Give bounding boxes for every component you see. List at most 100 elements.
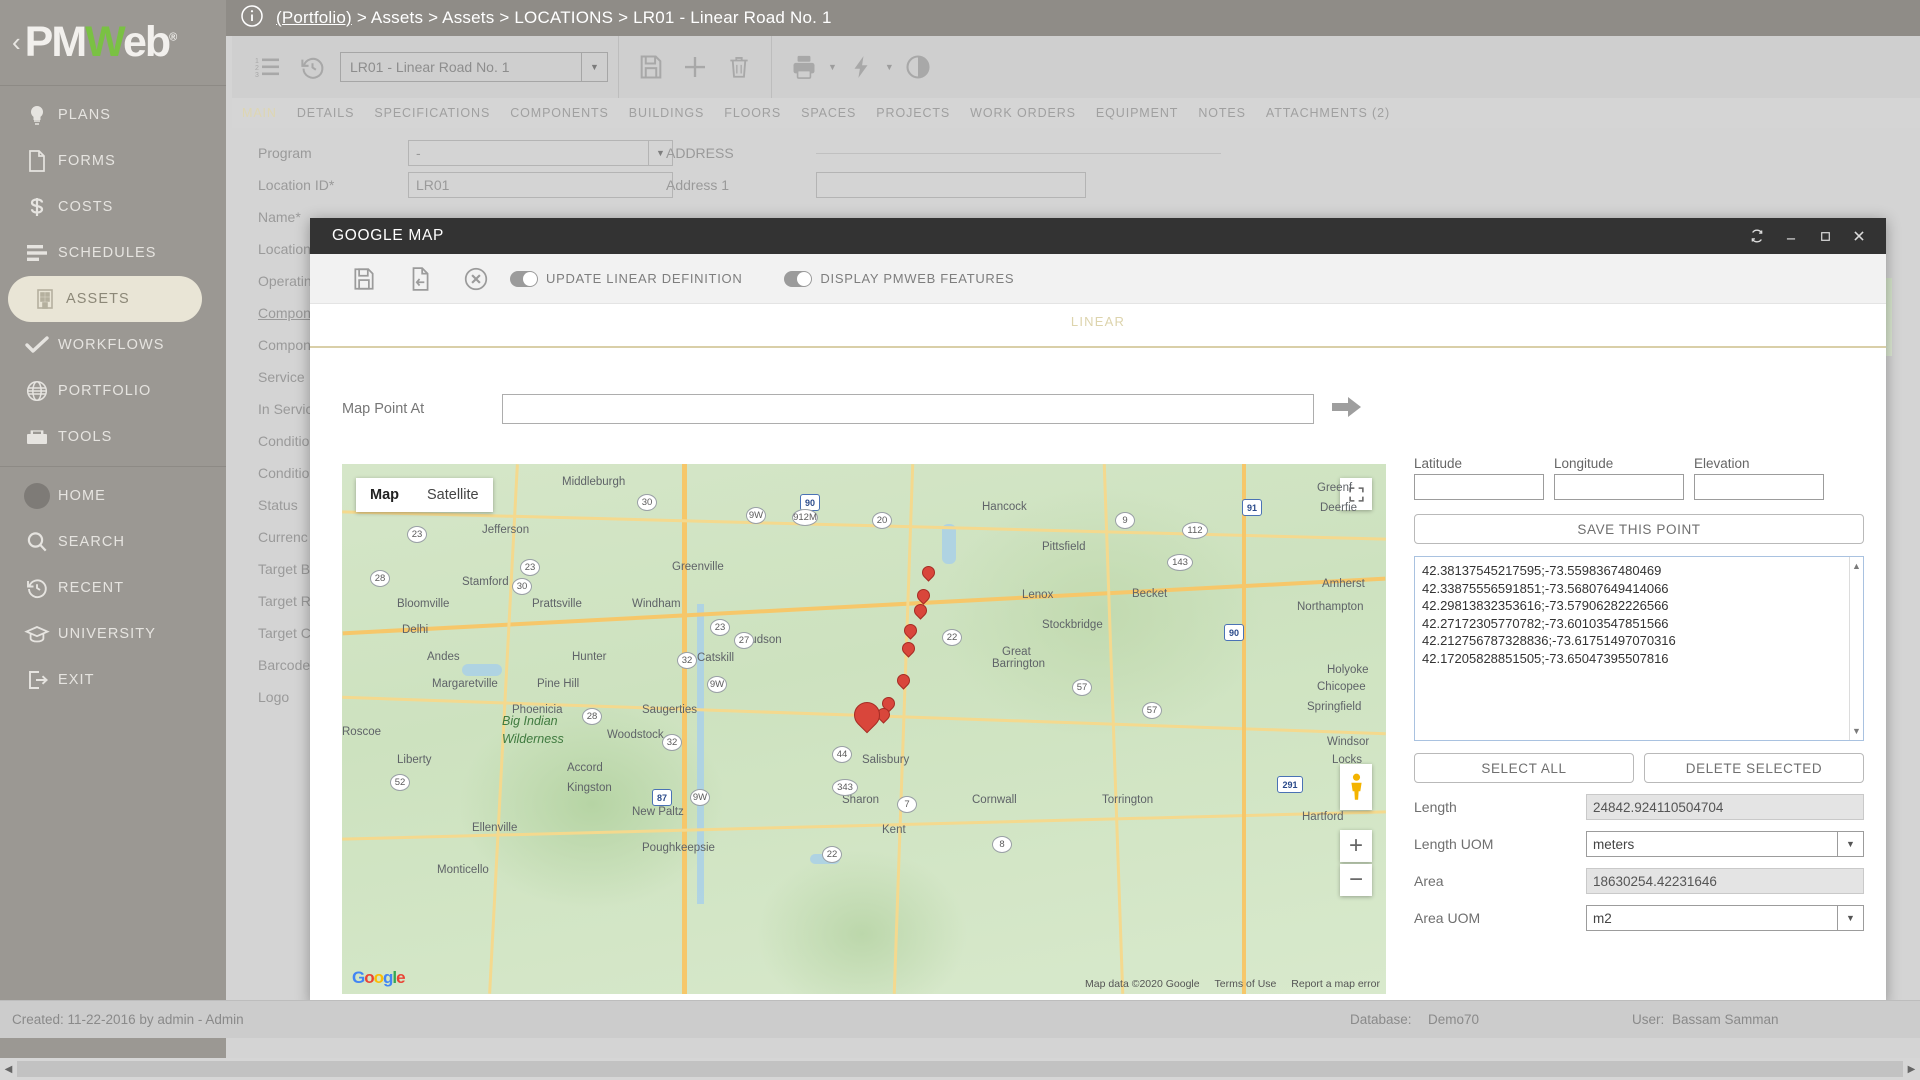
location-id-input[interactable]: LR01 (408, 172, 673, 198)
save-this-point-button[interactable]: SAVE THIS POINT (1414, 514, 1864, 544)
sidebar-item-workflows[interactable]: WORKFLOWS (0, 322, 226, 368)
map-route-shield: 28 (582, 708, 602, 725)
coordinate-list-item[interactable]: 42.212756787328836;-73.61751497070316 (1422, 632, 1856, 650)
sidebar-item-plans[interactable]: PLANS (0, 92, 226, 138)
tab-equipment[interactable]: EQUIPMENT (1086, 106, 1188, 120)
tab-floors[interactable]: FLOORS (714, 106, 791, 120)
map-route-shield: 9W (746, 507, 766, 524)
sidebar-item-schedules[interactable]: SCHEDULES (0, 230, 226, 276)
sidebar-item-tools[interactable]: TOOLS (0, 414, 226, 460)
chevron-down-icon[interactable]: ▼ (1837, 905, 1863, 931)
close-icon[interactable] (1842, 218, 1876, 254)
cancel-circle-icon[interactable] (448, 254, 504, 304)
latitude-input[interactable] (1414, 474, 1544, 500)
save-icon[interactable] (336, 254, 392, 304)
map-place-label: Andes (427, 651, 460, 663)
tab-buildings[interactable]: BUILDINGS (619, 106, 714, 120)
tab-attachments[interactable]: ATTACHMENTS (2) (1256, 106, 1400, 120)
chevron-down-icon[interactable]: ▼ (1837, 831, 1863, 857)
program-select[interactable]: - ▼ (408, 140, 673, 166)
numbered-list-icon[interactable]: 123 (246, 45, 290, 89)
sidebar-item-recent[interactable]: RECENT (0, 565, 226, 611)
sidebar-item-forms[interactable]: FORMS (0, 138, 226, 184)
coordinate-list-item[interactable]: 42.33875556591851;-73.56807649414066 (1422, 580, 1856, 598)
scroll-right-icon[interactable]: ▶ (1903, 1064, 1920, 1075)
chevron-down-icon[interactable]: ▼ (581, 53, 607, 81)
map-route-shield: 30 (637, 494, 657, 511)
map-type-satellite[interactable]: Satellite (413, 478, 493, 512)
zoom-in-button[interactable]: + (1340, 830, 1372, 862)
coordinate-list-item[interactable]: 42.27172305770782;-73.60103547851566 (1422, 615, 1856, 633)
address-1-input[interactable] (816, 172, 1086, 198)
printer-dropdown-icon[interactable]: ▼ (828, 62, 837, 72)
actions-dropdown-icon[interactable]: ▼ (885, 62, 894, 72)
sidebar-item-home[interactable]: HOME (0, 473, 226, 519)
tab-components[interactable]: COMPONENTS (500, 106, 619, 120)
length-uom-select[interactable]: meters ▼ (1586, 831, 1864, 857)
import-file-icon[interactable] (392, 254, 448, 304)
google-map-canvas[interactable]: Map Satellite + − Middleburgh Hancock Gree… (342, 464, 1386, 994)
sidebar-item-portfolio[interactable]: PORTFOLIO (0, 368, 226, 414)
plus-icon[interactable] (673, 45, 717, 89)
map-place-label: Great (1002, 646, 1031, 658)
tab-work-orders[interactable]: WORK ORDERS (960, 106, 1086, 120)
sidebar-item-exit[interactable]: EXIT (0, 657, 226, 703)
asset-selector[interactable]: LR01 - Linear Road No. 1 ▼ (340, 52, 608, 82)
coordinate-list-item[interactable]: 42.29813832353616;-73.57906282226566 (1422, 597, 1856, 615)
tab-details[interactable]: DETAILS (287, 106, 364, 120)
coordinate-list[interactable]: 42.38137545217595;-73.5598367480469 42.33… (1414, 556, 1864, 741)
tab-projects[interactable]: PROJECTS (866, 106, 960, 120)
toggle-display-pmweb-features[interactable]: DISPLAY PMWEB FEATURES (784, 270, 1050, 287)
select-all-button[interactable]: SELECT ALL (1414, 753, 1634, 783)
scrollbar-thumb[interactable] (17, 1061, 1903, 1077)
longitude-input[interactable] (1554, 474, 1684, 500)
sidebar-item-costs[interactable]: COSTS (0, 184, 226, 230)
printer-icon[interactable] (782, 45, 826, 89)
area-label: Area (1414, 873, 1444, 889)
scroll-up-icon[interactable]: ▲ (1852, 561, 1861, 571)
minimize-icon[interactable] (1774, 218, 1808, 254)
info-icon[interactable] (240, 4, 264, 33)
refresh-icon[interactable] (1740, 218, 1774, 254)
toggle-switch[interactable] (510, 270, 538, 287)
app-logo[interactable]: ‹ PMWeb® (0, 0, 226, 86)
arrow-right-icon[interactable] (1332, 396, 1362, 423)
toggle-update-linear-definition[interactable]: UPDATE LINEAR DEFINITION (510, 270, 778, 287)
map-place-label: Northampton (1297, 601, 1364, 613)
history-icon[interactable] (290, 45, 334, 89)
tab-linear[interactable]: LINEAR (310, 314, 1886, 329)
save-icon[interactable] (629, 45, 673, 89)
tab-spaces[interactable]: SPACES (791, 106, 866, 120)
sidebar-item-university[interactable]: UNIVERSITY (0, 611, 226, 657)
map-place-label: Big Indian (502, 714, 558, 728)
coordinate-list-scrollbar[interactable]: ▲ ▼ (1849, 557, 1863, 740)
collapse-sidebar-icon[interactable]: ‹ (12, 27, 21, 58)
map-type-control[interactable]: Map Satellite (356, 478, 493, 512)
area-uom-select[interactable]: m2 ▼ (1586, 905, 1864, 931)
tab-main[interactable]: MAIN (232, 106, 287, 120)
delete-selected-button[interactable]: DELETE SELECTED (1644, 753, 1864, 783)
breadcrumb-portfolio-link[interactable]: (Portfolio) (276, 8, 352, 27)
tab-specifications[interactable]: SPECIFICATIONS (364, 106, 500, 120)
elevation-input[interactable] (1694, 474, 1824, 500)
lightning-icon[interactable] (839, 45, 883, 89)
horizontal-scrollbar[interactable]: ◀ ▶ (0, 1058, 1920, 1080)
trash-icon[interactable] (717, 45, 761, 89)
maximize-icon[interactable] (1808, 218, 1842, 254)
scroll-down-icon[interactable]: ▼ (1852, 726, 1861, 736)
street-view-icon[interactable] (1340, 764, 1372, 810)
lightbulb-icon (16, 103, 58, 127)
map-point-at-input[interactable] (502, 394, 1314, 424)
terms-of-use-link[interactable]: Terms of Use (1215, 978, 1277, 990)
map-type-map[interactable]: Map (356, 478, 413, 512)
sidebar-item-assets[interactable]: ASSETS (8, 276, 202, 322)
coordinate-list-item[interactable]: 42.17205828851505;-73.65047395507816 (1422, 650, 1856, 668)
contrast-icon[interactable] (896, 45, 940, 89)
tab-notes[interactable]: NOTES (1188, 106, 1256, 120)
report-map-error-link[interactable]: Report a map error (1291, 978, 1380, 990)
toggle-switch[interactable] (784, 270, 813, 287)
zoom-out-button[interactable]: − (1340, 864, 1372, 896)
scroll-left-icon[interactable]: ◀ (0, 1064, 17, 1075)
sidebar-item-search[interactable]: SEARCH (0, 519, 226, 565)
coordinate-list-item[interactable]: 42.38137545217595;-73.5598367480469 (1422, 562, 1856, 580)
